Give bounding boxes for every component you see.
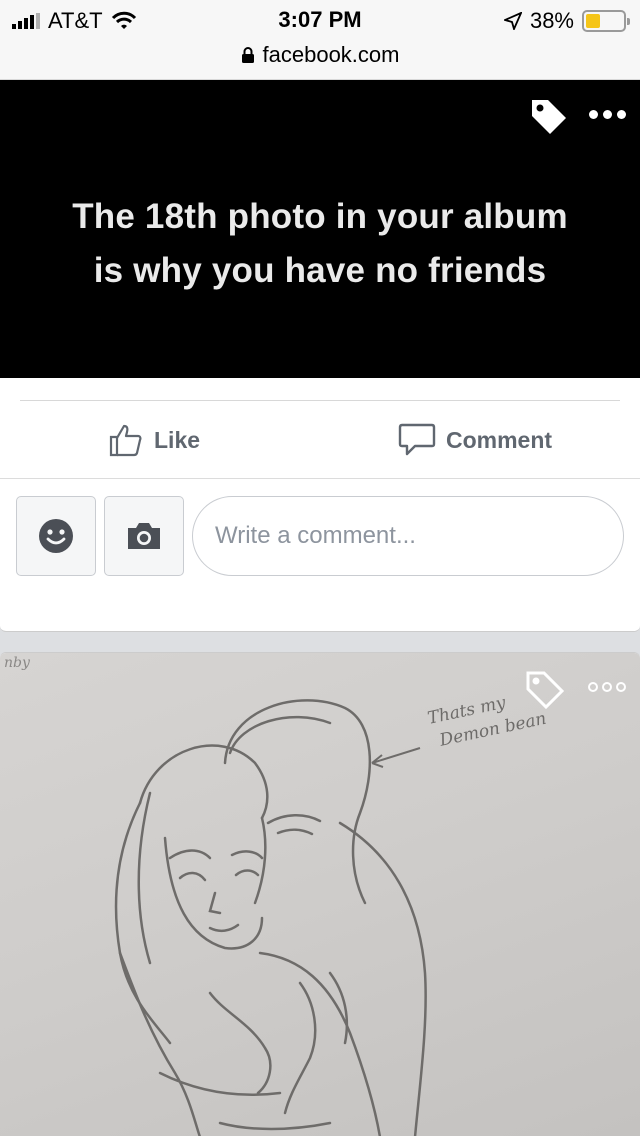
post-card: nby Thats my Demon bean: [0, 652, 640, 1136]
comment-label: Comment: [446, 426, 553, 453]
comment-bubble-icon: [398, 423, 436, 456]
battery-icon: [582, 10, 630, 32]
thumbs-up-icon: [109, 424, 142, 457]
lock-icon: [241, 47, 254, 63]
status-bar: AT&T 3:07 PM 38% facebook.com: [0, 0, 640, 80]
camera-button[interactable]: [104, 496, 184, 576]
battery-percent: 38%: [529, 8, 574, 33]
post-card: The 18th photo in your album is why you …: [0, 80, 640, 632]
corner-handwriting: nby: [4, 655, 30, 671]
divider: [0, 478, 640, 479]
post-photo[interactable]: nby Thats my Demon bean: [0, 653, 640, 1136]
battery-fill: [586, 14, 600, 28]
emoji-button[interactable]: [16, 496, 96, 576]
like-label: Like: [154, 426, 201, 453]
url-text: facebook.com: [262, 42, 400, 67]
camera-icon: [128, 523, 160, 549]
comment-input[interactable]: Write a comment...: [192, 496, 624, 576]
more-icon[interactable]: [582, 102, 632, 126]
comment-button[interactable]: Comment: [398, 418, 552, 462]
address-bar[interactable]: facebook.com: [0, 42, 640, 68]
tag-icon[interactable]: [522, 667, 566, 711]
post-image-text: The 18th photo in your album is why you …: [72, 197, 568, 290]
status-right: 38%: [503, 8, 630, 34]
divider: [20, 400, 620, 401]
location-arrow-icon: [503, 12, 522, 30]
tag-icon[interactable]: [526, 94, 570, 138]
more-icon[interactable]: [582, 675, 632, 699]
post-image[interactable]: The 18th photo in your album is why you …: [0, 80, 640, 378]
smiley-icon: [39, 519, 73, 553]
like-button[interactable]: Like: [108, 418, 200, 462]
